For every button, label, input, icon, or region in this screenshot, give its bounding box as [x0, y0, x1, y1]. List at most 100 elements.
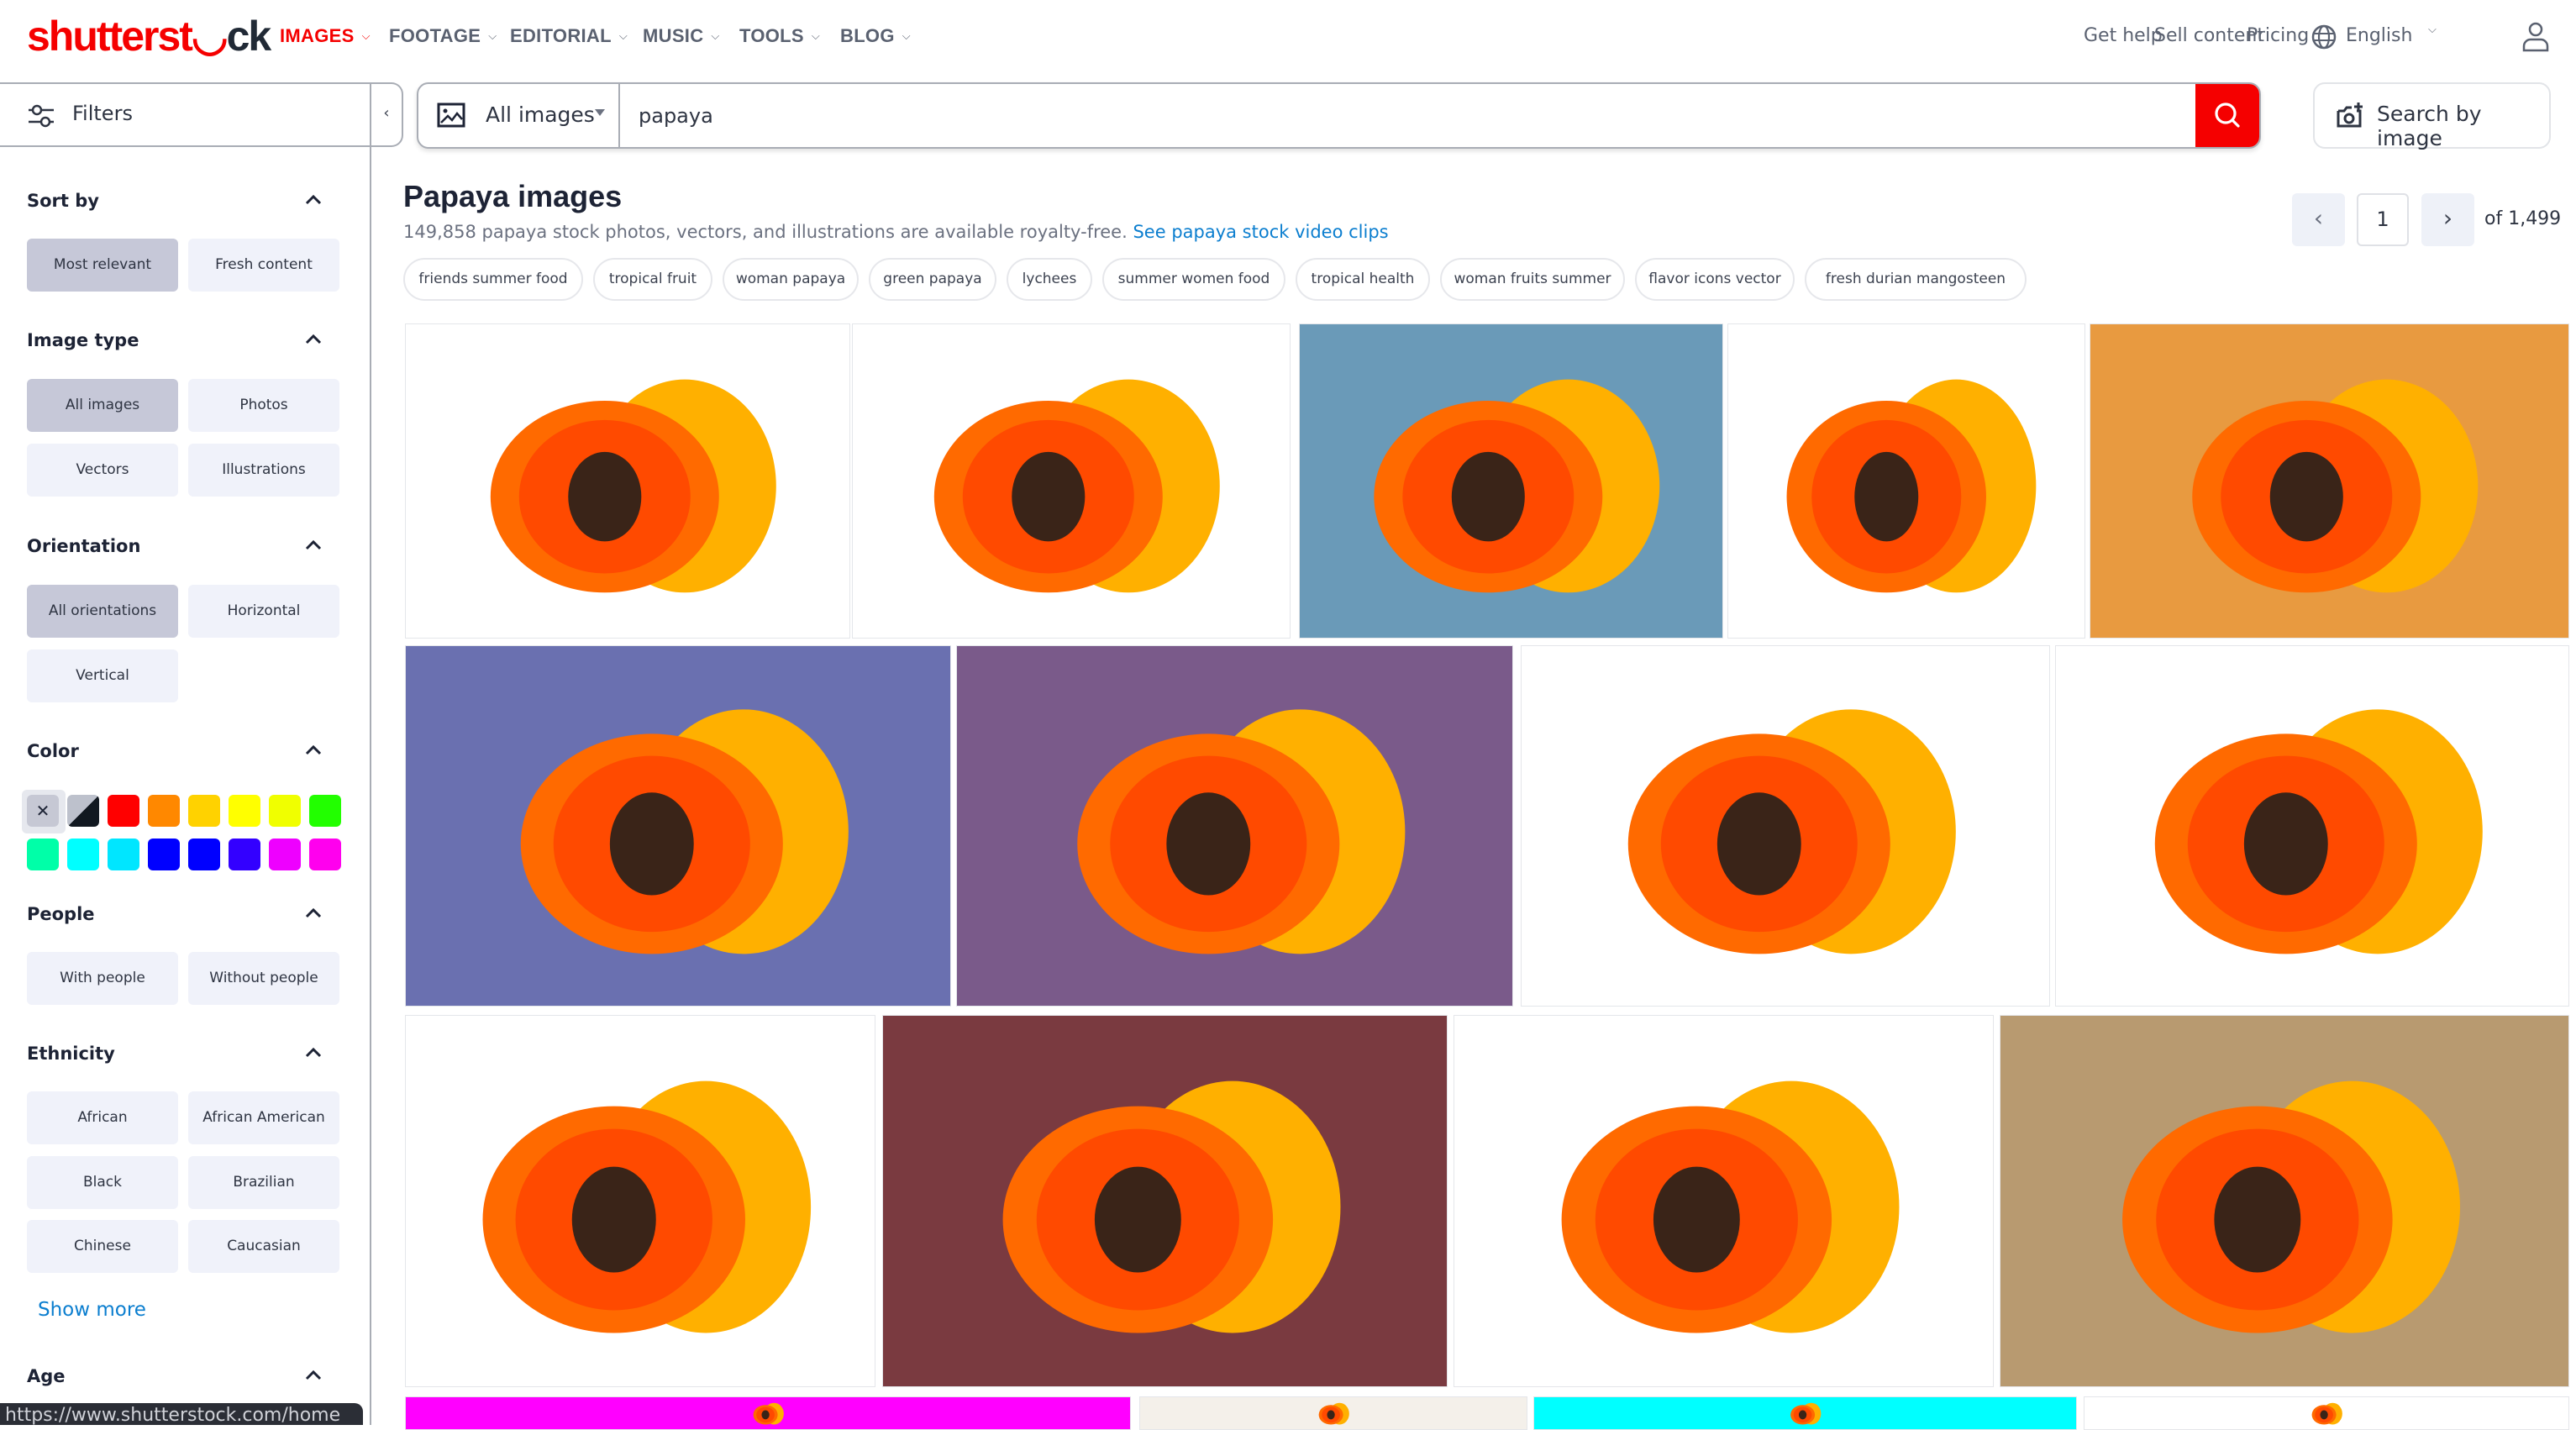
chevron-up-icon[interactable]: [304, 333, 323, 344]
image-result-tile[interactable]: [405, 323, 850, 639]
color-swatch[interactable]: [269, 839, 301, 870]
image-result-tile[interactable]: [405, 1015, 875, 1387]
nav-label: IMAGES: [280, 25, 355, 46]
color-swatch[interactable]: [269, 795, 301, 827]
search-icon: [2215, 103, 2240, 128]
ethnicity-chinese[interactable]: Chinese: [27, 1220, 178, 1273]
color-swatch[interactable]: [108, 839, 139, 870]
image-result-tile[interactable]: [1454, 1015, 1994, 1387]
chevron-up-icon[interactable]: [304, 193, 323, 205]
related-search-chip[interactable]: lychees: [1007, 258, 1092, 301]
image-result-tile[interactable]: [1299, 323, 1723, 639]
nav-images[interactable]: IMAGES ⌵: [280, 25, 371, 47]
chevron-up-icon[interactable]: [304, 1046, 323, 1058]
chevron-up-icon[interactable]: [304, 744, 323, 755]
related-search-chip[interactable]: green papaya: [869, 258, 996, 301]
chevron-up-icon[interactable]: [304, 1369, 323, 1380]
image-type-title: Image type: [27, 330, 139, 350]
orientation-vertical[interactable]: Vertical: [27, 649, 178, 702]
sort-most-relevant[interactable]: Most relevant: [27, 239, 178, 292]
sort-fresh-content[interactable]: Fresh content: [188, 239, 339, 292]
color-swatch[interactable]: [188, 839, 220, 870]
people-without[interactable]: Without people: [188, 952, 339, 1005]
search-by-image-button[interactable]: Search by image: [2313, 82, 2551, 150]
filters-label[interactable]: Filters: [72, 102, 133, 125]
sort-by-title: Sort by: [27, 191, 99, 211]
people-with[interactable]: With people: [27, 952, 178, 1005]
nav-tools[interactable]: TOOLS ⌵: [739, 25, 820, 47]
papaya-image: [933, 379, 1220, 593]
related-search-chip[interactable]: tropical fruit: [593, 258, 712, 301]
people-title: People: [27, 904, 95, 924]
image-result-tile[interactable]: [2055, 645, 2569, 1007]
color-swatch[interactable]: [148, 839, 180, 870]
next-page-button[interactable]: ›: [2421, 193, 2474, 246]
search-bar: All images: [417, 82, 2261, 149]
image-result-tile[interactable]: [1533, 1396, 2077, 1430]
nav-music[interactable]: MUSIC ⌵: [643, 25, 720, 47]
search-input[interactable]: [639, 92, 1983, 139]
image-type-label: All images: [486, 103, 595, 127]
ethnicity-brazilian[interactable]: Brazilian: [188, 1156, 339, 1209]
ethnicity-black[interactable]: Black: [27, 1156, 178, 1209]
image-result-tile[interactable]: [2084, 1396, 2569, 1430]
user-icon[interactable]: [2521, 20, 2551, 54]
get-help-link[interactable]: Get help: [2084, 25, 2163, 46]
nav-footage[interactable]: FOOTAGE ⌵: [389, 25, 497, 47]
color-swatch[interactable]: [229, 839, 260, 870]
color-swatch[interactable]: [67, 839, 99, 870]
ethnicity-caucasian[interactable]: Caucasian: [188, 1220, 339, 1273]
orientation-horizontal[interactable]: Horizontal: [188, 585, 339, 638]
chevron-up-icon[interactable]: [304, 907, 323, 918]
nav-blog[interactable]: BLOG ⌵: [840, 25, 911, 47]
nav-editorial[interactable]: EDITORIAL ⌵: [510, 25, 628, 47]
image-result-tile[interactable]: [956, 645, 1513, 1007]
type-illustrations[interactable]: Illustrations: [188, 444, 339, 497]
image-result-tile[interactable]: [2090, 323, 2569, 639]
color-swatch[interactable]: [309, 839, 341, 870]
related-search-chip[interactable]: woman fruits summer: [1440, 258, 1625, 301]
image-result-tile[interactable]: [1139, 1396, 1527, 1430]
related-search-chip[interactable]: woman papaya: [723, 258, 859, 301]
pricing-link[interactable]: Pricing: [2247, 25, 2309, 46]
color-swatch[interactable]: [67, 795, 99, 827]
related-search-chip[interactable]: summer women food: [1102, 258, 1285, 301]
image-result-tile[interactable]: [405, 1396, 1131, 1430]
image-result-tile[interactable]: [852, 323, 1291, 639]
search-button[interactable]: [2195, 84, 2259, 147]
color-swatch[interactable]: [108, 795, 139, 827]
shutterstock-logo[interactable]: shutterst◡ck: [27, 12, 271, 60]
color-swatch[interactable]: [229, 795, 260, 827]
ethnicity-african[interactable]: African: [27, 1091, 178, 1144]
papaya-image: [1786, 379, 2037, 593]
image-result-tile[interactable]: [882, 1015, 1448, 1387]
orientation-all[interactable]: All orientations: [27, 585, 178, 638]
collapse-filters-button[interactable]: ‹: [370, 84, 402, 145]
page-number-input[interactable]: 1: [2357, 193, 2409, 246]
related-search-chip[interactable]: tropical health: [1296, 258, 1430, 301]
related-search-chip[interactable]: fresh durian mangosteen: [1805, 258, 2027, 301]
related-search-chip[interactable]: friends summer food: [403, 258, 583, 301]
color-swatch[interactable]: [148, 795, 180, 827]
type-all-images[interactable]: All images: [27, 379, 178, 432]
image-result-tile[interactable]: [1521, 645, 2050, 1007]
page-total: of 1,499: [2484, 208, 2562, 229]
related-search-chip[interactable]: flavor icons vector: [1635, 258, 1795, 301]
color-swatch[interactable]: [309, 795, 341, 827]
image-result-tile[interactable]: [2000, 1015, 2569, 1387]
show-more-link[interactable]: Show more: [38, 1299, 146, 1321]
video-clips-link[interactable]: See papaya stock video clips: [1133, 222, 1388, 242]
ethnicity-african-american[interactable]: African American: [188, 1091, 339, 1144]
papaya-image: [2311, 1402, 2342, 1425]
logo-o: ◡: [191, 13, 229, 60]
image-result-tile[interactable]: [1727, 323, 2085, 639]
color-swatch[interactable]: [27, 839, 59, 870]
image-result-tile[interactable]: [405, 645, 951, 1007]
type-photos[interactable]: Photos: [188, 379, 339, 432]
type-vectors[interactable]: Vectors: [27, 444, 178, 497]
prev-page-button[interactable]: ‹: [2292, 193, 2345, 246]
color-swatch[interactable]: [188, 795, 220, 827]
chevron-up-icon[interactable]: [304, 539, 323, 550]
color-clear-swatch[interactable]: ✕: [22, 790, 66, 833]
image-type-dropdown[interactable]: All images: [418, 84, 620, 147]
